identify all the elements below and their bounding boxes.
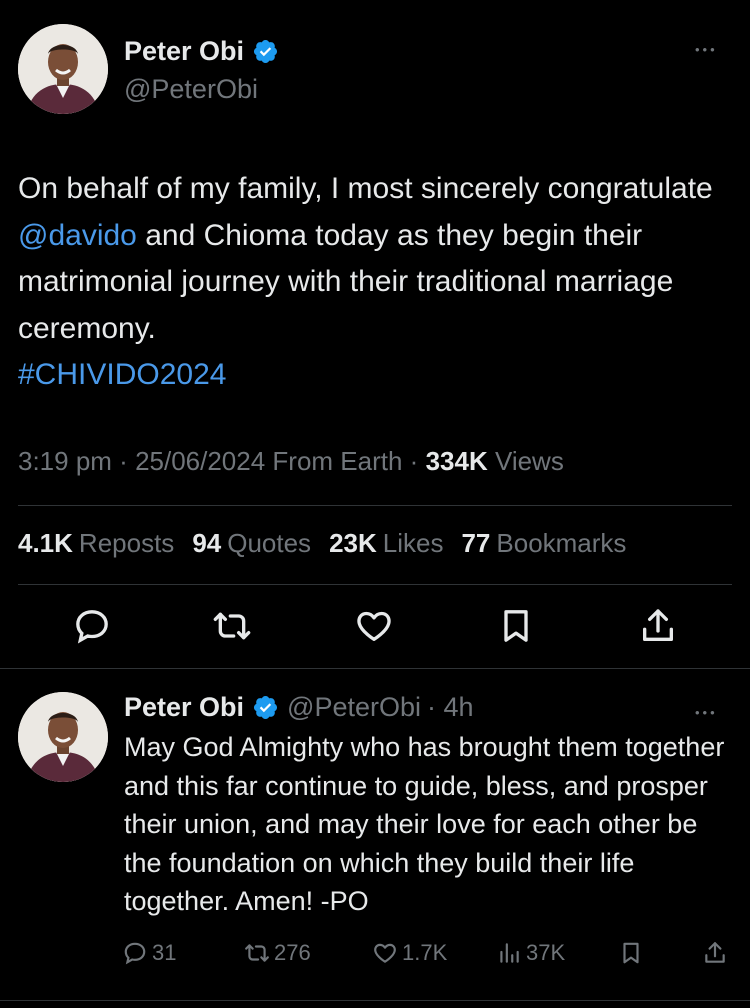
verified-badge-icon[interactable] — [252, 38, 279, 65]
reply-icon[interactable] — [72, 606, 112, 646]
mention-link[interactable]: @davido — [18, 219, 137, 252]
author-name[interactable]: Peter Obi — [124, 36, 244, 67]
engagement-stats: 4.1K Reposts 94 Quotes 23K Likes 77 Bookmark… — [18, 528, 626, 559]
more-options-icon[interactable]: ••• — [695, 703, 718, 723]
tweet-meta: 3:19 pm · 25/06/2024 From Earth · 334K V… — [18, 446, 564, 477]
reply-icon — [124, 942, 146, 965]
like-icon — [374, 943, 396, 963]
likes-stat[interactable]: 23K Likes — [329, 528, 443, 559]
bookmark-icon — [623, 942, 639, 964]
divider — [0, 668, 750, 669]
reply-button[interactable]: 31 — [122, 940, 176, 966]
views-label: Views — [487, 446, 564, 476]
meta-separator: · — [111, 446, 136, 476]
avatar[interactable] — [18, 692, 108, 782]
meta-separator: · — [402, 446, 426, 476]
views-count: 37K — [526, 940, 566, 965]
reposts-stat[interactable]: 4.1K Reposts — [18, 528, 174, 559]
bookmark-button[interactable] — [618, 940, 644, 966]
tweet-text: On behalf of my family, I most sincerely… — [18, 166, 733, 399]
hashtag-link[interactable]: #CHIVIDO2024 — [18, 358, 226, 391]
share-icon[interactable] — [638, 606, 678, 646]
repost-button[interactable]: 276 — [244, 940, 311, 966]
views-icon — [500, 943, 519, 963]
reply-count: 31 — [152, 940, 177, 965]
divider — [18, 584, 732, 585]
reply-author-name[interactable]: Peter Obi — [124, 692, 244, 723]
tweet-time[interactable]: 3:19 pm — [18, 446, 112, 476]
bookmarks-stat[interactable]: 77 Bookmarks — [461, 528, 626, 559]
reply-text: May God Almighty who has brought them to… — [124, 732, 725, 916]
reply-time[interactable]: · 4h — [427, 692, 474, 723]
author-handle[interactable]: @PeterObi — [124, 74, 258, 105]
share-button[interactable] — [702, 940, 728, 966]
repost-icon — [245, 944, 269, 962]
tweet-text-part: On behalf of my family, I most sincerely… — [18, 172, 713, 205]
reply-author-handle[interactable]: @PeterObi — [287, 692, 421, 723]
reply-actions-bar: 31 276 1.7K 37K — [0, 938, 750, 970]
quotes-stat[interactable]: 94 Quotes — [192, 528, 311, 559]
views-button[interactable]: 37K — [496, 940, 565, 966]
more-options-icon[interactable]: ••• — [695, 40, 718, 60]
divider — [18, 505, 732, 506]
bookmark-icon[interactable] — [496, 606, 536, 646]
views-count[interactable]: 334K — [426, 446, 488, 476]
like-icon[interactable] — [354, 606, 394, 646]
tweet-source: From Earth — [265, 446, 403, 476]
like-button[interactable]: 1.7K — [372, 940, 447, 966]
verified-badge-icon[interactable] — [252, 694, 279, 721]
share-icon — [705, 942, 725, 963]
repost-icon[interactable] — [212, 606, 252, 646]
avatar[interactable] — [18, 24, 108, 114]
repost-count: 276 — [274, 940, 311, 965]
tweet-actions-bar — [0, 606, 750, 650]
like-count: 1.7K — [402, 940, 448, 965]
tweet-date[interactable]: 25/06/2024 — [135, 446, 265, 476]
divider — [0, 1000, 750, 1001]
